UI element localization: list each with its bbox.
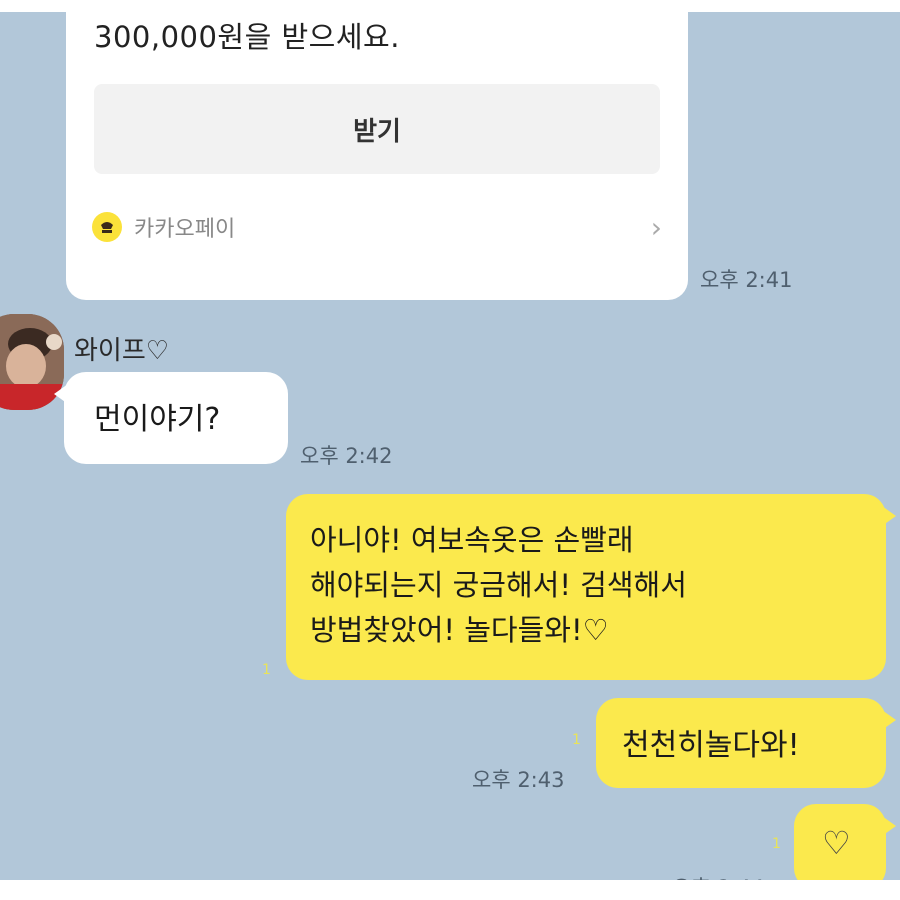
message-bubble-outgoing[interactable]: ♡ (794, 804, 896, 880)
bubble-tail (54, 384, 68, 404)
pay-card-footer[interactable]: 카카오페이 › (92, 207, 662, 247)
message-bubble-outgoing[interactable]: 아니야! 여보속옷은 손빨래 해야되는지 궁금해서! 검색해서 방법찾았어! 놀… (286, 494, 896, 680)
unread-count: 1 (262, 662, 271, 678)
sender-name: 와이프♡ (74, 336, 170, 366)
message-time: 오후 2:43 (472, 768, 565, 792)
kakaopay-logo-icon (92, 212, 122, 242)
kakaopay-card[interactable]: 300,000원을 받으세요. 받기 카카오페이 › (66, 12, 688, 300)
message-time: 오후 2:44 (672, 872, 764, 880)
bubble-tail (882, 506, 896, 526)
bubble-tail (882, 710, 896, 730)
pay-brand-label: 카카오페이 (134, 217, 236, 242)
message-text: 천천히놀다와! (622, 728, 800, 763)
message-text: 먼이야기? (94, 402, 221, 437)
chevron-right-icon[interactable]: › (651, 211, 662, 244)
unread-count: 1 (572, 732, 581, 748)
chat-area[interactable]: 300,000원을 받으세요. 받기 카카오페이 › 오후 2:41 와이프♡ … (0, 12, 900, 880)
message-text: 아니야! 여보속옷은 손빨래 해야되는지 궁금해서! 검색해서 방법찾았어! 놀… (310, 523, 687, 647)
message-bubble-incoming[interactable]: 먼이야기? (54, 372, 288, 464)
message-bubble-outgoing[interactable]: 천천히놀다와! (596, 698, 896, 788)
message-time: 오후 2:41 (700, 268, 793, 292)
message-time: 오후 2:42 (300, 444, 393, 468)
heart-message-text: ♡ (822, 824, 851, 862)
receive-button[interactable]: 받기 (94, 84, 660, 174)
pay-amount-text: 300,000원을 받으세요. (94, 20, 400, 54)
unread-count: 1 (772, 836, 781, 852)
bubble-tail (882, 816, 896, 836)
